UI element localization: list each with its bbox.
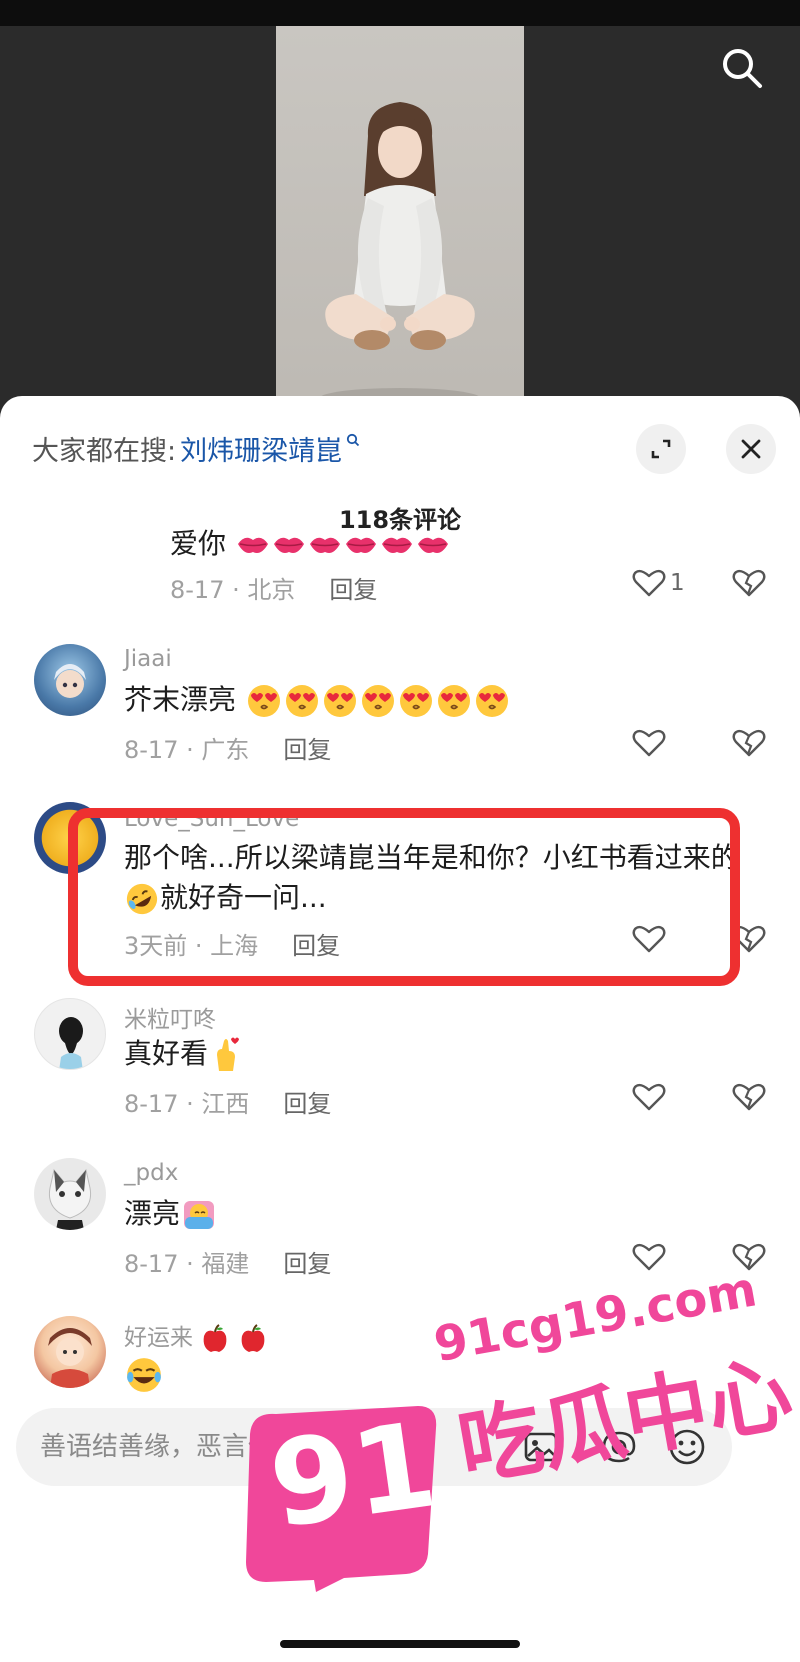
heart-eyes-emoji — [285, 685, 318, 717]
avatar[interactable] — [34, 1158, 106, 1230]
like-button[interactable] — [632, 728, 666, 758]
comment-date-location: 8-17 · 广东 — [124, 736, 250, 764]
kiss-lips-emoji — [345, 537, 376, 553]
watermark-number: 91 — [262, 1395, 444, 1555]
tears-of-joy-emoji — [127, 1358, 161, 1392]
avatar[interactable] — [34, 1316, 106, 1388]
broken-heart-icon[interactable] — [732, 1082, 766, 1116]
heart-eyes-emoji — [475, 685, 508, 717]
heart-icon — [632, 1083, 666, 1111]
comment-username[interactable]: Jiaai — [124, 646, 172, 672]
kiss-lips-emoji — [309, 537, 340, 553]
kiss-lips-emoji-row — [226, 527, 451, 560]
search-icon[interactable] — [716, 42, 768, 94]
comment-text-content: 芥末漂亮 — [124, 683, 237, 716]
kiss-lips-emoji — [381, 537, 412, 553]
heart-icon — [632, 1243, 666, 1271]
heart-icon — [632, 569, 666, 597]
red-apple-emoji — [203, 1323, 227, 1352]
reply-button[interactable]: 回复 — [329, 570, 377, 605]
kiss-lips-emoji — [273, 537, 304, 553]
heart-eyes-emoji — [323, 685, 356, 717]
comment-text: 真好看 — [124, 1034, 770, 1074]
comment-username[interactable]: 好运来 — [124, 1318, 268, 1354]
avatar[interactable] — [34, 998, 106, 1070]
kiss-lips-emoji — [237, 537, 268, 553]
comment-username-text: 好运来 — [124, 1325, 193, 1351]
kiss-lips-emoji — [417, 537, 448, 553]
expand-button[interactable] — [636, 424, 686, 474]
comment-meta: 8-17 · 江西 回复 — [124, 1084, 331, 1119]
comment-text: 芥末漂亮 — [124, 680, 770, 720]
close-button[interactable] — [726, 424, 776, 474]
comment-text-content: 爱你 — [170, 527, 227, 560]
heart-eyes-emoji — [361, 685, 394, 717]
red-apple-emoji — [241, 1323, 264, 1352]
comment-username[interactable]: _pdx — [124, 1160, 178, 1186]
trending-search: 大家都在搜: 刘炜珊梁靖崑 — [32, 426, 360, 470]
comment-text: 爱你 — [170, 524, 770, 564]
comment-username[interactable]: 米粒叮咚 — [124, 1000, 216, 1034]
avatar[interactable] — [34, 644, 106, 716]
broken-heart-icon[interactable] — [732, 568, 766, 602]
like-count: 1 — [670, 570, 685, 596]
small-search-icon — [346, 423, 360, 454]
comment-date-location: 8-17 · 北京 — [170, 576, 296, 604]
finger-heart-emoji — [217, 1037, 240, 1071]
red-highlight-frame — [68, 808, 740, 986]
video-player[interactable] — [0, 0, 800, 420]
expand-icon — [651, 439, 671, 459]
heart-eyes-emoji — [247, 685, 280, 717]
comment-date-location: 8-17 · 福建 — [124, 1250, 250, 1278]
status-bar — [0, 0, 800, 26]
close-icon — [741, 439, 761, 459]
heart-icon — [632, 729, 666, 757]
video-frame[interactable] — [276, 26, 524, 420]
like-button[interactable] — [632, 1082, 666, 1112]
video-thumbnail-person — [320, 102, 480, 408]
comment-meta: 8-17 · 福建 回复 — [124, 1244, 331, 1279]
heart-eyes-emoji — [437, 685, 470, 717]
like-button[interactable] — [632, 1242, 666, 1272]
reply-button[interactable]: 回复 — [283, 730, 331, 765]
comment-meta: 8-17 · 广东 回复 — [124, 730, 331, 765]
home-indicator — [280, 1640, 520, 1648]
heart-eyes-emoji — [399, 685, 432, 717]
trending-search-link[interactable]: 刘炜珊梁靖崑 — [180, 429, 342, 468]
comment-date-location: 8-17 · 江西 — [124, 1090, 250, 1118]
heart-eyes-emoji-row — [236, 683, 511, 717]
comment-text-content: 漂亮 — [124, 1197, 181, 1230]
reply-button[interactable]: 回复 — [283, 1084, 331, 1119]
comment-meta: 8-17 · 北京 回复 — [170, 570, 377, 605]
comment-text-content: 真好看 — [124, 1037, 209, 1070]
comment-text: 漂亮 — [124, 1194, 770, 1234]
trending-label: 大家都在搜: — [32, 435, 177, 467]
hug-emoji — [184, 1201, 215, 1229]
like-button[interactable]: 1 — [632, 568, 685, 598]
reply-button[interactable]: 回复 — [283, 1244, 331, 1279]
broken-heart-icon[interactable] — [732, 728, 766, 762]
